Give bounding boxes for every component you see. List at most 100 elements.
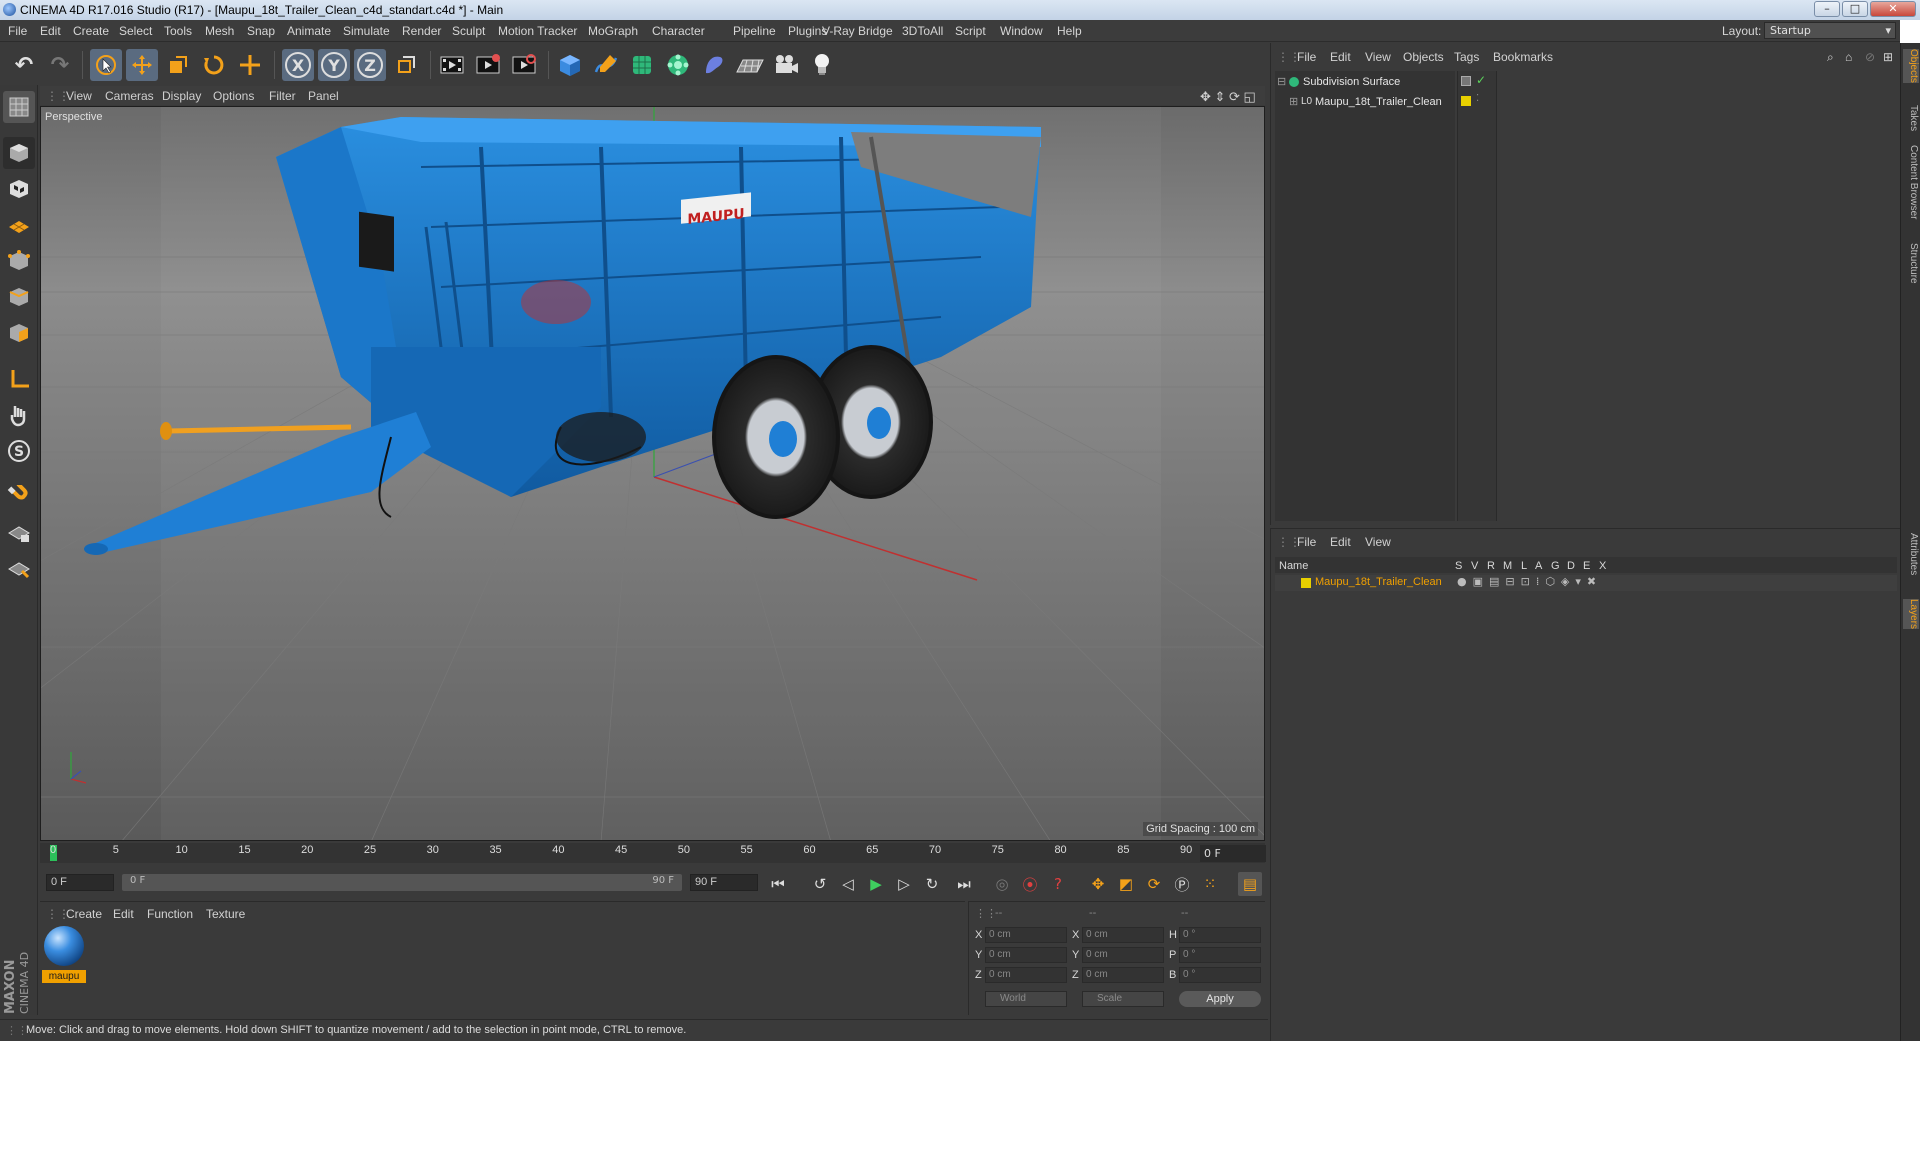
next-key-icon[interactable]: ↻ <box>920 872 944 896</box>
key-rotation-icon[interactable]: ⟳ <box>1142 872 1166 896</box>
pos-z-field[interactable]: 0 cm <box>985 967 1067 983</box>
menu-mograph[interactable]: MoGraph <box>588 24 638 38</box>
object-menu-view[interactable]: View <box>1365 50 1391 64</box>
material-menu-function[interactable]: Function <box>147 907 193 921</box>
material-preview-sphere[interactable] <box>44 926 84 966</box>
end-frame-field[interactable]: 90 F <box>690 874 758 891</box>
key-parameter-icon[interactable]: Ⓟ <box>1170 872 1194 896</box>
visibility-toggle-icon[interactable] <box>1461 76 1471 86</box>
size-mode-select[interactable]: Scale <box>1082 991 1164 1007</box>
layer-row[interactable]: Maupu_18t_Trailer_Clean ●▣▤⊟⊡⁞⬡◈▾✖ <box>1275 575 1897 591</box>
object-menu-tags[interactable]: Tags <box>1454 50 1479 64</box>
layer-menu-file[interactable]: File <box>1297 535 1316 549</box>
light-bulb-icon[interactable] <box>806 49 838 81</box>
previous-key-icon[interactable]: ↺ <box>808 872 832 896</box>
new-panel-icon[interactable]: ⊞ <box>1883 50 1893 64</box>
viewport-menu-cameras[interactable]: Cameras <box>105 89 154 103</box>
y-axis-lock-button[interactable]: Y <box>318 49 350 81</box>
material-name-label[interactable]: maupu <box>42 970 86 983</box>
rot-b-field[interactable]: 0 ° <box>1179 967 1261 983</box>
make-editable-icon[interactable] <box>3 91 35 123</box>
locked-workplane-icon[interactable] <box>3 517 35 549</box>
magnet-snap-icon[interactable] <box>3 481 35 513</box>
menu-character[interactable]: Character <box>652 24 705 38</box>
object-menu-file[interactable]: File <box>1297 50 1316 64</box>
menu-tools[interactable]: Tools <box>164 24 192 38</box>
tab-attributes[interactable]: Attributes <box>1903 533 1919 575</box>
menu-simulate[interactable]: Simulate <box>343 24 390 38</box>
menu-edit[interactable]: Edit <box>40 24 61 38</box>
frame-range-slider[interactable]: 0 F 90 F <box>122 874 682 891</box>
next-frame-icon[interactable]: ▷ <box>892 872 916 896</box>
maximize-button[interactable]: □ <box>1842 1 1868 17</box>
go-to-start-icon[interactable]: ⏮ <box>766 872 790 896</box>
move-tool-icon[interactable] <box>126 49 158 81</box>
play-forward-icon[interactable]: ▶ <box>864 872 888 896</box>
visibility-dots-icon[interactable]: ⁚ <box>1476 93 1479 104</box>
menu-file[interactable]: File <box>8 24 27 38</box>
key-scale-icon[interactable]: ◩ <box>1114 872 1138 896</box>
go-to-end-icon[interactable]: ⏭ <box>952 872 976 896</box>
transform-tool-icon[interactable] <box>234 49 266 81</box>
workplane-snap-icon[interactable] <box>3 553 35 585</box>
key-point-level-icon[interactable]: ⁙ <box>1198 872 1222 896</box>
object-menu-objects[interactable]: Objects <box>1403 50 1444 64</box>
rot-h-field[interactable]: 0 ° <box>1179 927 1261 943</box>
object-row-maupu-trailer[interactable]: ⊞ L0 Maupu_18t_Trailer_Clean <box>1275 93 1455 111</box>
object-menu-edit[interactable]: Edit <box>1330 50 1351 64</box>
pos-y-field[interactable]: 0 cm <box>985 947 1067 963</box>
edges-mode-icon[interactable] <box>3 281 35 313</box>
x-axis-lock-button[interactable]: X <box>282 49 314 81</box>
cube-primitive-icon[interactable] <box>554 49 586 81</box>
deformer-icon[interactable] <box>698 49 730 81</box>
viewport-menu-options[interactable]: Options <box>213 89 254 103</box>
link-icon[interactable]: ⊘ <box>1865 50 1875 64</box>
material-menu-create[interactable]: Create <box>66 907 102 921</box>
record-active-objects-icon[interactable]: ⦿ <box>1018 872 1042 896</box>
pos-x-field[interactable]: 0 cm <box>985 927 1067 943</box>
layer-menu-edit[interactable]: Edit <box>1330 535 1351 549</box>
tab-takes[interactable]: Takes <box>1903 105 1919 131</box>
redo-icon[interactable]: ↷ <box>44 49 76 81</box>
apply-button[interactable]: Apply <box>1179 991 1261 1007</box>
render-settings-icon[interactable] <box>508 49 540 81</box>
tab-layers[interactable]: Layers <box>1903 599 1919 630</box>
rot-p-field[interactable]: 0 ° <box>1179 947 1261 963</box>
menu-mesh[interactable]: Mesh <box>205 24 234 38</box>
timeline-ruler[interactable]: 0 5 10 15 20 25 30 35 40 45 50 55 60 65 70 75 80 85 90 <box>40 843 1265 863</box>
tab-structure[interactable]: Structure <box>1903 243 1919 284</box>
tweak-mode-icon[interactable] <box>3 399 35 431</box>
coordinate-system-icon[interactable] <box>390 49 422 81</box>
material-menu-texture[interactable]: Texture <box>206 907 245 921</box>
size-z-field[interactable]: 0 cm <box>1082 967 1164 983</box>
undo-icon[interactable]: ↶ <box>8 49 40 81</box>
scale-tool-icon[interactable] <box>162 49 194 81</box>
size-y-field[interactable]: 0 cm <box>1082 947 1164 963</box>
menu-create[interactable]: Create <box>73 24 109 38</box>
object-row-subdivision-surface[interactable]: ⊟ Subdivision Surface <box>1275 73 1455 91</box>
viewport-menu-view[interactable]: View <box>66 89 92 103</box>
menu-help[interactable]: Help <box>1057 24 1082 38</box>
menu-window[interactable]: Window <box>1000 24 1043 38</box>
autokeying-icon[interactable]: ? <box>1046 872 1070 896</box>
rotate-tool-icon[interactable] <box>198 49 230 81</box>
minimize-button[interactable]: – <box>1814 1 1840 17</box>
layer-toggle-icons[interactable]: ●▣▤⊟⊡⁞⬡◈▾✖ <box>1457 575 1602 588</box>
menu-motion-tracker[interactable]: Motion Tracker <box>498 24 577 38</box>
z-axis-lock-button[interactable]: Z <box>354 49 386 81</box>
menu-snap[interactable]: Snap <box>247 24 275 38</box>
axis-mode-icon[interactable] <box>3 363 35 395</box>
record-keys-disabled-icon[interactable]: ◎ <box>990 872 1014 896</box>
snap-s-icon[interactable]: S <box>3 435 35 467</box>
menu-pipeline[interactable]: Pipeline <box>733 24 776 38</box>
render-view-icon[interactable] <box>436 49 468 81</box>
perspective-viewport[interactable]: MAUPU Perspective Grid Spacing: 100 cm <box>40 106 1265 841</box>
start-frame-field[interactable]: 0 F <box>46 874 114 891</box>
menu-3dtoall[interactable]: 3DToAll <box>902 24 943 38</box>
previous-frame-icon[interactable]: ◁ <box>836 872 860 896</box>
search-icon[interactable]: ⌕ <box>1827 50 1834 65</box>
close-window-button[interactable]: ✕ <box>1870 1 1916 17</box>
workplane-mode-icon[interactable] <box>3 209 35 241</box>
floor-environment-icon[interactable] <box>734 49 766 81</box>
home-icon[interactable]: ⌂ <box>1845 50 1852 64</box>
